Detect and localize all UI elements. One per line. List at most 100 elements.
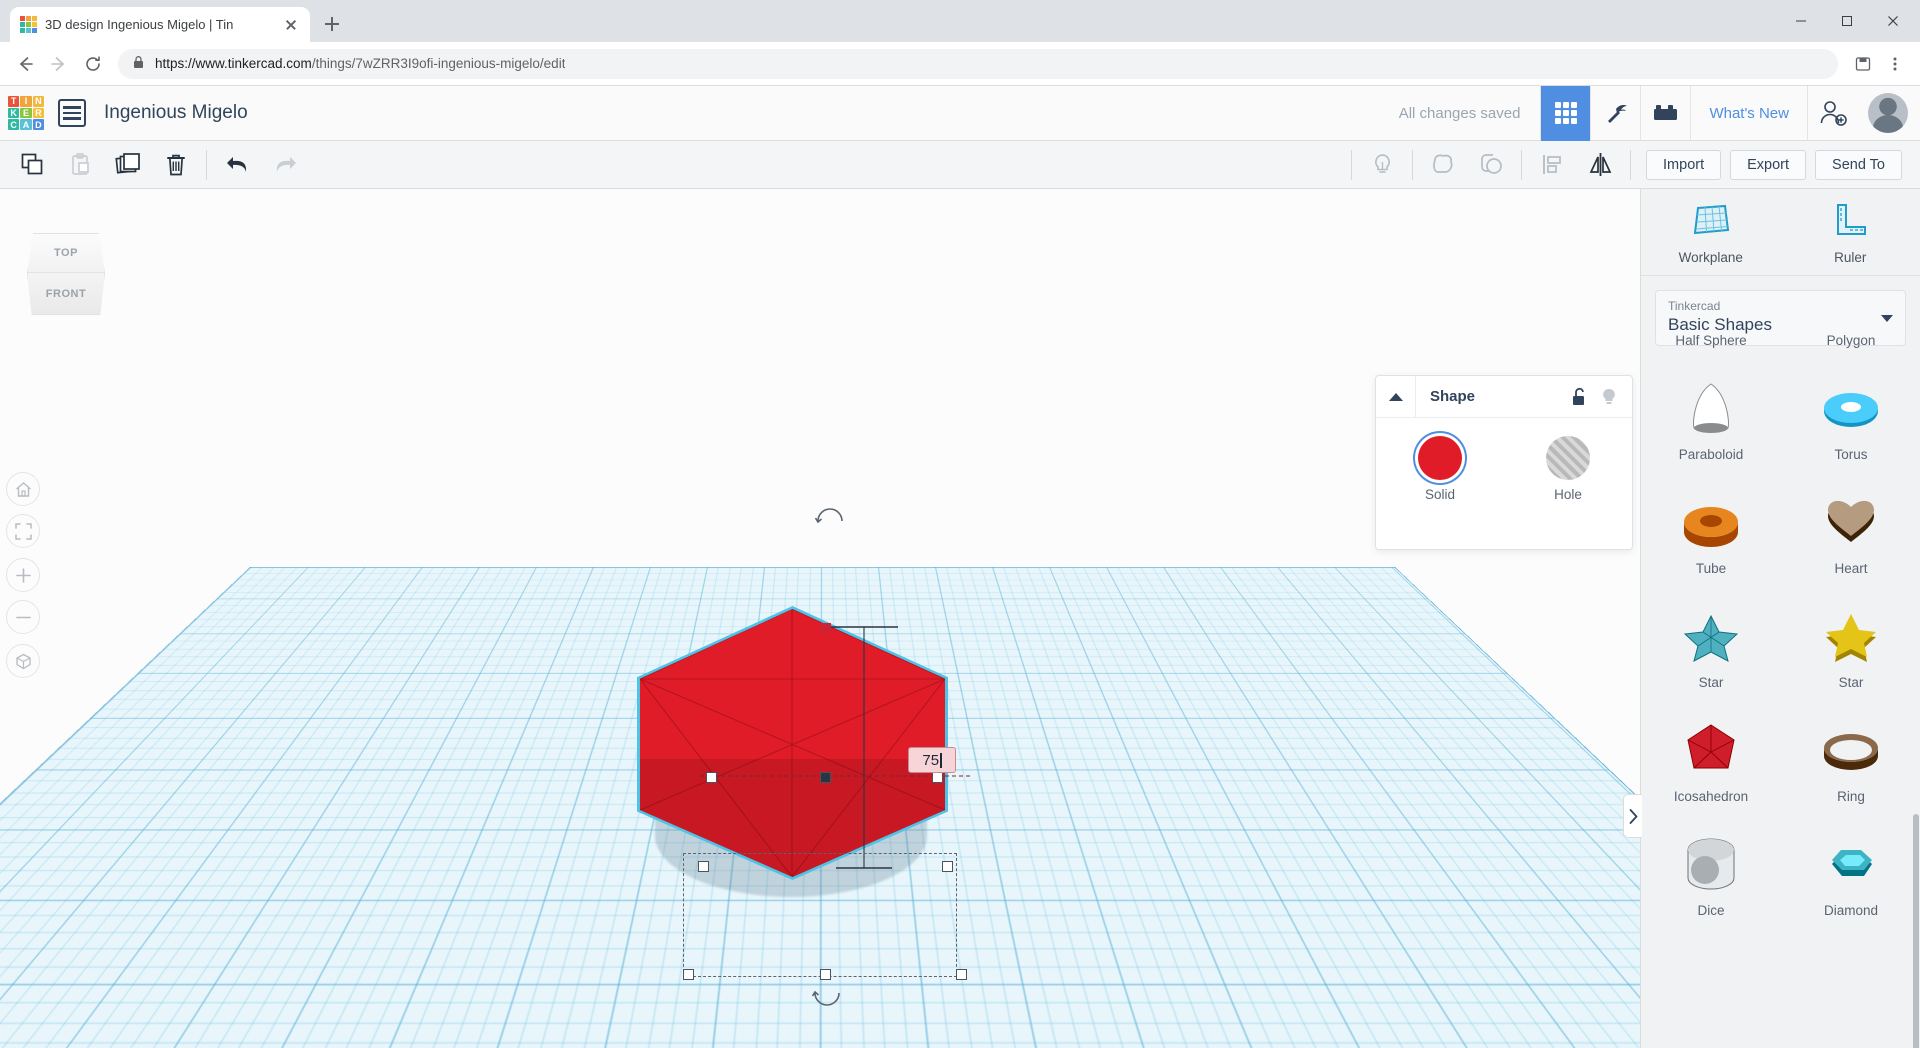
dimension-input[interactable]: 75 bbox=[908, 747, 956, 773]
browser-tab[interactable]: 3D design Ingenious Migelo | Tin bbox=[10, 7, 310, 42]
workplane-tool-label: Workplane bbox=[1678, 250, 1743, 265]
shape-item-paraboloid[interactable]: Paraboloid bbox=[1641, 354, 1781, 468]
shape-item-star[interactable]: Star bbox=[1641, 582, 1781, 696]
top-resize-handle[interactable] bbox=[820, 623, 831, 634]
copy-icon[interactable] bbox=[8, 143, 56, 187]
ruler-tool[interactable]: Ruler bbox=[1781, 203, 1920, 265]
minecraft-pickaxe-icon[interactable] bbox=[1590, 85, 1640, 141]
torus-thumb bbox=[1815, 375, 1887, 443]
orthographic-toggle-icon[interactable] bbox=[6, 644, 40, 678]
add-person-icon[interactable] bbox=[1808, 86, 1858, 141]
right-resize-handle[interactable] bbox=[932, 772, 943, 783]
sidebar-collapse-toggle[interactable] bbox=[1623, 794, 1642, 838]
center-handle[interactable] bbox=[820, 772, 831, 783]
view-cube-top-face[interactable]: TOP bbox=[27, 233, 105, 273]
url-text: https://www.tinkercad.com/things/7wZRR3I… bbox=[155, 56, 566, 71]
url-bar-icons bbox=[1848, 49, 1910, 79]
height-measure-line bbox=[828, 626, 898, 869]
left-resize-handle[interactable] bbox=[706, 772, 717, 783]
dimension-value: 75 bbox=[922, 751, 940, 769]
view-cube-front-face[interactable]: FRONT bbox=[27, 273, 105, 315]
import-button[interactable]: Import bbox=[1646, 149, 1722, 180]
unlock-icon[interactable] bbox=[1564, 376, 1594, 418]
shape-label: Star bbox=[1698, 675, 1724, 690]
library-group-label: Tinkercad bbox=[1668, 299, 1721, 313]
shape-item-tube[interactable]: Tube bbox=[1641, 468, 1781, 582]
send-to-button[interactable]: Send To bbox=[1815, 149, 1902, 180]
new-tab-icon[interactable] bbox=[318, 10, 346, 38]
group-icon[interactable] bbox=[1419, 143, 1467, 187]
ungroup-icon[interactable] bbox=[1467, 143, 1515, 187]
save-to-drive-icon[interactable] bbox=[1848, 49, 1878, 79]
shape-panel-header: Shape bbox=[1376, 375, 1632, 418]
tube-thumb bbox=[1675, 489, 1747, 557]
rotate-handle-top-icon[interactable] bbox=[815, 507, 845, 525]
close-window-icon[interactable] bbox=[1870, 0, 1916, 42]
page-title: Ingenious Migelo bbox=[104, 102, 248, 123]
collapse-triangle-icon[interactable] bbox=[1376, 375, 1416, 418]
shape-item-star[interactable]: Star bbox=[1781, 582, 1920, 696]
solid-option[interactable]: Solid bbox=[1418, 436, 1462, 502]
projects-menu-icon[interactable] bbox=[58, 99, 86, 127]
edit-toolbar: Import Export Send To bbox=[0, 141, 1920, 189]
rotate-handle-bottom-icon[interactable] bbox=[812, 989, 842, 1007]
zoom-in-icon[interactable] bbox=[6, 558, 40, 592]
minimize-icon[interactable] bbox=[1778, 0, 1824, 42]
shape-item-icosahedron[interactable]: Icosahedron bbox=[1641, 696, 1781, 810]
shape-item-dice[interactable]: Dice bbox=[1641, 810, 1781, 924]
hole-swatch[interactable] bbox=[1546, 436, 1590, 480]
shapes-grid-scroll[interactable]: Half Sphere Polygon Paraboloid Torus Tube H… bbox=[1641, 334, 1920, 1048]
chrome-menu-icon[interactable] bbox=[1880, 49, 1910, 79]
lego-brick-icon[interactable] bbox=[1640, 85, 1690, 141]
shape-label: Star bbox=[1838, 675, 1864, 690]
undo-icon[interactable] bbox=[213, 143, 261, 187]
reload-icon[interactable] bbox=[78, 49, 108, 79]
base-handle-br[interactable] bbox=[956, 969, 967, 980]
base-handle-bottom[interactable] bbox=[820, 969, 831, 980]
hint-lightbulb-icon[interactable] bbox=[1358, 143, 1406, 187]
shape-item-torus[interactable]: Torus bbox=[1781, 354, 1920, 468]
solid-swatch[interactable] bbox=[1418, 436, 1462, 480]
logo-tile-c: C bbox=[8, 119, 20, 130]
toolbar-divider bbox=[1630, 149, 1632, 180]
fit-to-view-icon[interactable] bbox=[6, 514, 40, 548]
duplicate-icon[interactable] bbox=[104, 143, 152, 187]
shape-panel-body: Solid Hole bbox=[1376, 418, 1632, 502]
tab-close-icon[interactable] bbox=[282, 16, 300, 34]
mirror-icon[interactable] bbox=[1576, 143, 1624, 187]
view-cube[interactable]: TOP FRONT bbox=[22, 233, 110, 319]
align-icon[interactable] bbox=[1528, 143, 1576, 187]
blocks-grid-icon[interactable] bbox=[1540, 85, 1591, 141]
zoom-out-icon[interactable] bbox=[6, 600, 40, 634]
shape-item-heart[interactable]: Heart bbox=[1781, 468, 1920, 582]
workplane-tool[interactable]: Workplane bbox=[1641, 203, 1781, 265]
shapes-partial-row: Half Sphere Polygon bbox=[1641, 334, 1920, 354]
delete-icon[interactable] bbox=[152, 143, 200, 187]
shape-label: Polygon bbox=[1826, 334, 1876, 348]
shapes-grid: Paraboloid Torus Tube Heart Star Star Icosahed… bbox=[1641, 354, 1920, 924]
shape-item-half-sphere[interactable]: Half Sphere bbox=[1641, 334, 1781, 354]
home-view-icon[interactable] bbox=[6, 472, 40, 506]
maximize-icon[interactable] bbox=[1824, 0, 1870, 42]
shape-item-diamond[interactable]: Diamond bbox=[1781, 810, 1920, 924]
shape-item-polygon[interactable]: Polygon bbox=[1781, 334, 1920, 354]
sidebar-scrollbar[interactable] bbox=[1913, 814, 1919, 1048]
dice-thumb bbox=[1675, 831, 1747, 899]
logo-tile-k: K bbox=[8, 107, 20, 119]
lightbulb-icon[interactable] bbox=[1594, 376, 1624, 418]
export-button[interactable]: Export bbox=[1730, 149, 1807, 180]
user-avatar[interactable] bbox=[1868, 93, 1908, 133]
logo-tile-r: R bbox=[32, 107, 44, 119]
solid-label: Solid bbox=[1424, 487, 1456, 502]
hole-option[interactable]: Hole bbox=[1546, 436, 1590, 502]
3d-canvas[interactable]: Workplane bbox=[0, 189, 1920, 1048]
base-handle-bl[interactable] bbox=[683, 969, 694, 980]
browser-url-bar: https://www.tinkercad.com/things/7wZRR3I… bbox=[0, 42, 1920, 86]
text-caret bbox=[940, 752, 942, 768]
back-arrow-icon[interactable] bbox=[10, 49, 40, 79]
tinkercad-logo-icon[interactable]: TIN KER CAD bbox=[8, 96, 44, 130]
url-input[interactable]: https://www.tinkercad.com/things/7wZRR3I… bbox=[118, 48, 1838, 79]
shape-item-ring[interactable]: Ring bbox=[1781, 696, 1920, 810]
shape-label: Half Sphere bbox=[1675, 334, 1747, 348]
whats-new-link[interactable]: What's New bbox=[1690, 85, 1808, 141]
